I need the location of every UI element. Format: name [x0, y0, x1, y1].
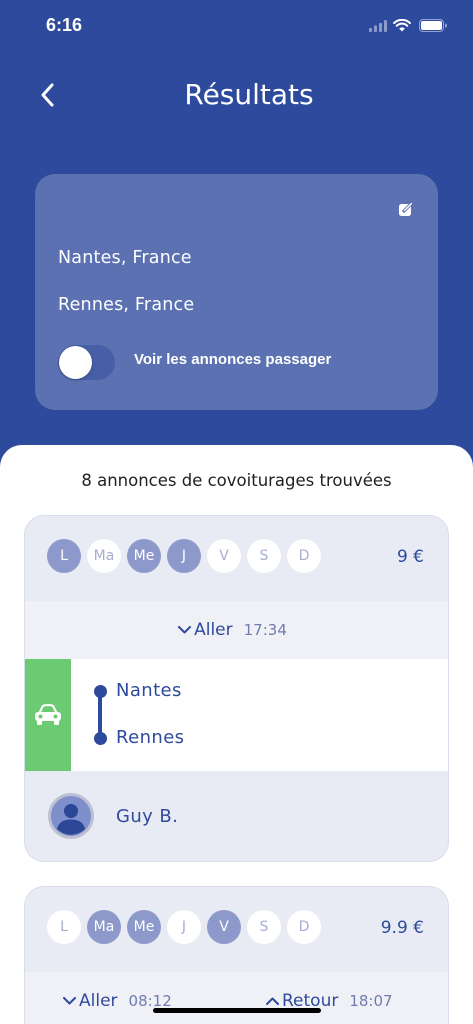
trip-outbound: Aller 17:34	[25, 601, 448, 659]
day-pill: Ma	[87, 539, 121, 573]
day-pill: L	[47, 910, 81, 944]
trip-direction: Aller	[79, 991, 118, 1011]
trip-time: 17:34	[243, 621, 287, 639]
day-pill: V	[207, 539, 241, 573]
route-to: Rennes	[116, 727, 185, 748]
trip-time: 18:07	[349, 992, 393, 1010]
chevron-up-icon	[266, 997, 279, 1005]
route-end-dot	[93, 731, 107, 745]
day-pill: L	[47, 539, 81, 573]
back-button[interactable]	[34, 79, 62, 111]
route-section: Nantes Rennes	[25, 659, 448, 771]
route-from: Nantes	[116, 680, 182, 701]
ride-card[interactable]: L Ma Me J V S D 9.9 € Aller 08:12 Retour…	[24, 886, 449, 1024]
departure-city: Nantes, France	[58, 248, 192, 268]
chevron-left-icon	[41, 83, 54, 107]
results-screen: 6:16 Résultats Nantes, France Rennes, Fr…	[0, 0, 473, 1024]
search-summary-card: Nantes, France Rennes, France Voir les a…	[35, 174, 438, 410]
arrival-city: Rennes, France	[58, 295, 195, 315]
results-count: 8 annonces de covoiturages trouvées	[81, 471, 392, 490]
toggle-knob	[59, 346, 92, 379]
days-row: L Ma Me J V S D 9 €	[25, 516, 448, 601]
day-pill: Ma	[87, 910, 121, 944]
driver-row: Guy B.	[25, 771, 448, 861]
status-time: 6:16	[46, 15, 83, 35]
day-pill: S	[247, 910, 281, 944]
days-row: L Ma Me J V S D 9.9 €	[25, 887, 448, 972]
day-pills: L Ma Me J V S D	[47, 910, 321, 944]
trip-row: Aller 17:34	[25, 601, 448, 659]
day-pill: V	[207, 910, 241, 944]
day-pill: S	[247, 539, 281, 573]
battery-icon	[419, 19, 447, 32]
trip-return: Retour 18:07	[266, 972, 393, 1024]
car-icon	[35, 704, 61, 725]
trip-direction: Aller	[194, 620, 233, 640]
home-indicator	[153, 1008, 321, 1013]
results-panel: 8 annonces de covoiturages trouvées L Ma…	[0, 445, 473, 1024]
signal-icon	[369, 20, 387, 32]
day-pill: Me	[127, 539, 161, 573]
day-pills: L Ma Me J V S D	[47, 539, 321, 573]
route-line	[98, 691, 102, 738]
page-title: Résultats	[184, 78, 314, 111]
day-pill: J	[167, 910, 201, 944]
day-pill: D	[287, 910, 321, 944]
driver-name: Guy B.	[116, 806, 179, 827]
trip-outbound: Aller 08:12	[63, 972, 172, 1024]
avatar	[48, 793, 94, 839]
chevron-down-icon	[63, 997, 76, 1005]
ride-card[interactable]: L Ma Me J V S D 9 € Aller 17:34 Nantes R…	[24, 515, 449, 862]
trip-row: Aller 08:12 Retour 18:07	[25, 972, 448, 1024]
toggle-label: Voir les annonces passager	[134, 351, 332, 368]
wifi-icon	[393, 19, 411, 32]
vehicle-strip	[25, 659, 71, 771]
day-pill: J	[167, 539, 201, 573]
edit-icon	[399, 201, 414, 216]
day-pill: D	[287, 539, 321, 573]
edit-search-button[interactable]	[396, 199, 416, 219]
user-icon	[51, 796, 91, 836]
route-start-dot	[93, 684, 107, 698]
passenger-ads-toggle[interactable]	[58, 345, 115, 380]
chevron-down-icon	[178, 626, 192, 634]
day-pill: Me	[127, 910, 161, 944]
ride-price: 9 €	[396, 547, 424, 567]
ride-price: 9.9 €	[380, 918, 424, 938]
